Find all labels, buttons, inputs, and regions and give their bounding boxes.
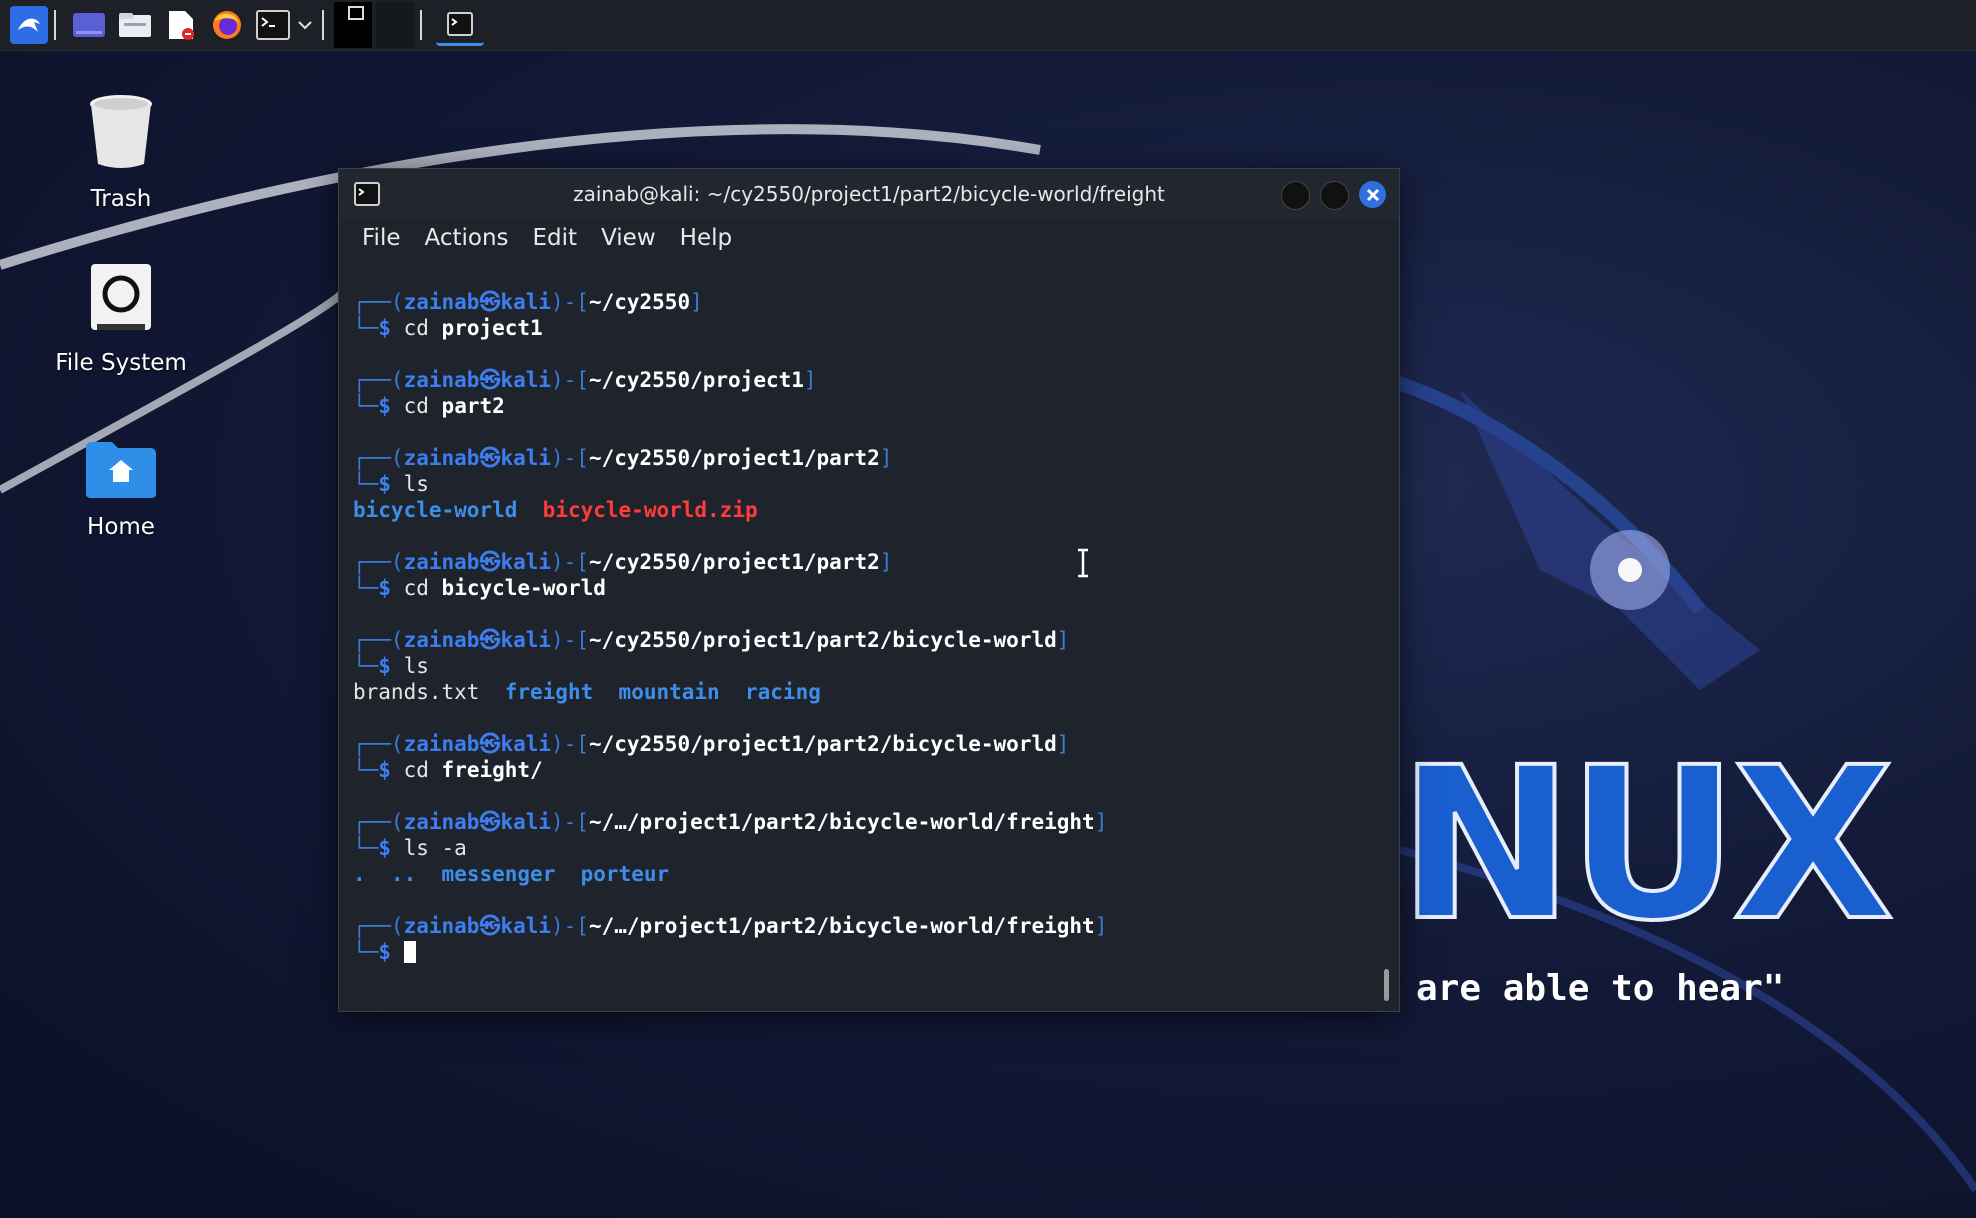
directory-entry: freight [504, 680, 594, 704]
hard-drive-icon [91, 264, 151, 330]
command-block: ┌──(zainab㉿kali)-[~/cy2550/project1/part… [353, 445, 1379, 523]
wallpaper-logo-text: NUX [1396, 722, 1896, 967]
terminal-icon[interactable] [254, 6, 292, 44]
close-button[interactable] [1359, 181, 1386, 208]
ls-output: bicycle-world bicycle-world.zip [353, 497, 1379, 523]
prompt-path: ~/…/project1/part2/bicycle-world/freight [588, 810, 1095, 834]
menu-file[interactable]: File [362, 225, 401, 251]
command-name: ls [403, 472, 429, 496]
command-name: cd [403, 758, 429, 782]
command-arg: freight/ [441, 758, 543, 782]
desktop-icon-home[interactable]: Home [41, 440, 201, 540]
directory-entry: bicycle-world [353, 498, 518, 522]
taskbar-separator [420, 10, 422, 40]
maximize-button[interactable] [1320, 181, 1349, 210]
ls-output: brands.txt freight mountain racing [353, 679, 1379, 705]
text-editor-icon[interactable] [162, 6, 200, 44]
close-icon [1366, 188, 1379, 201]
terminal-title: zainab@kali: ~/cy2550/project1/part2/bic… [573, 182, 1165, 206]
prompt-path: ~/cy2550/project1/part2 [588, 550, 880, 574]
trash-icon [90, 95, 152, 168]
desktop-icon-label: File System [55, 350, 187, 376]
command-block: ┌──(zainab㉿kali)-[~/…/project1/part2/bic… [353, 809, 1379, 887]
desktop-icon-file-system[interactable]: File System [41, 262, 201, 376]
command-block: ┌──(zainab㉿kali)-[~/cy2550/project1/part… [353, 732, 1070, 782]
directory-entry: . [353, 862, 366, 886]
workspace-2[interactable] [376, 2, 414, 48]
prompt-path: ~/cy2550/project1/part2 [588, 446, 880, 470]
terminal-titlebar[interactable]: zainab@kali: ~/cy2550/project1/part2/bic… [339, 169, 1399, 219]
command-block: ┌──(zainab㉿kali)-[~/…/project1/part2/bic… [353, 914, 1108, 964]
terminal-scrollbar[interactable] [1384, 969, 1389, 1001]
mouse-cursor-ibeam-icon [1076, 548, 1090, 582]
directory-entry: messenger [441, 862, 556, 886]
home-folder-icon [86, 442, 156, 498]
kali-menu-icon[interactable] [10, 6, 48, 44]
menu-help[interactable]: Help [680, 225, 732, 251]
directory-entry: racing [745, 680, 821, 704]
ls-output: . .. messenger porteur [353, 861, 1379, 887]
terminal-window[interactable]: zainab@kali: ~/cy2550/project1/part2/bic… [338, 168, 1400, 1012]
prompt-path: ~/cy2550 [588, 290, 691, 314]
command-name: cd [403, 576, 429, 600]
workspace-1[interactable] [334, 2, 372, 48]
directory-entry: mountain [618, 680, 720, 704]
command-arg: project1 [441, 316, 543, 340]
desktop-icon-trash[interactable]: Trash [41, 92, 201, 212]
chevron-down-icon[interactable] [294, 6, 316, 44]
command-name: cd [403, 394, 429, 418]
taskbar [0, 0, 1976, 51]
command-block: ┌──(zainab㉿kali)-[~/cy2550/project1/part… [353, 627, 1379, 705]
workspace-switcher[interactable] [334, 2, 414, 48]
prompt-path: ~/cy2550/project1 [588, 368, 804, 392]
command-name: cd [403, 316, 429, 340]
desktop-icon-label: Home [87, 514, 155, 540]
directory-entry: porteur [580, 862, 670, 886]
wallpaper-tagline: are able to hear" [1416, 968, 1785, 1009]
terminal-cursor [403, 941, 416, 963]
file-entry: brands.txt [353, 680, 480, 704]
taskbar-separator [322, 10, 324, 40]
command-name: ls [403, 654, 429, 678]
menu-actions[interactable]: Actions [425, 225, 509, 251]
taskbar-terminal-window[interactable] [436, 5, 484, 46]
command-arg: part2 [441, 394, 505, 418]
archive-entry: bicycle-world.zip [542, 498, 758, 522]
taskbar-separator [54, 10, 56, 40]
terminal-menubar: File Actions Edit View Help [339, 219, 1399, 257]
command-block: ┌──(zainab㉿kali)-[~/cy2550/project1] └─$… [353, 368, 817, 418]
minimize-button[interactable] [1281, 181, 1310, 210]
terminal-output[interactable]: ┌──(zainab㉿kali)-[~/cy2550] └─$ cd proje… [353, 289, 1379, 1011]
command-block: ┌──(zainab㉿kali)-[~/cy2550/project1/part… [353, 550, 893, 600]
desktop-icon-label: Trash [90, 186, 152, 212]
command-block: ┌──(zainab㉿kali)-[~/cy2550] └─$ cd proje… [353, 290, 703, 340]
prompt-path: ~/…/project1/part2/bicycle-world/freight [588, 914, 1095, 938]
command-arg: bicycle-world [441, 576, 606, 600]
directory-entry: .. [390, 862, 417, 886]
command-name: ls -a [403, 836, 467, 860]
workspace-icon[interactable] [70, 6, 108, 44]
menu-view[interactable]: View [601, 225, 656, 251]
menu-edit[interactable]: Edit [533, 225, 578, 251]
file-manager-icon[interactable] [116, 6, 154, 44]
prompt-path: ~/cy2550/project1/part2/bicycle-world [588, 732, 1057, 756]
firefox-icon[interactable] [208, 6, 246, 44]
prompt-path: ~/cy2550/project1/part2/bicycle-world [588, 628, 1057, 652]
